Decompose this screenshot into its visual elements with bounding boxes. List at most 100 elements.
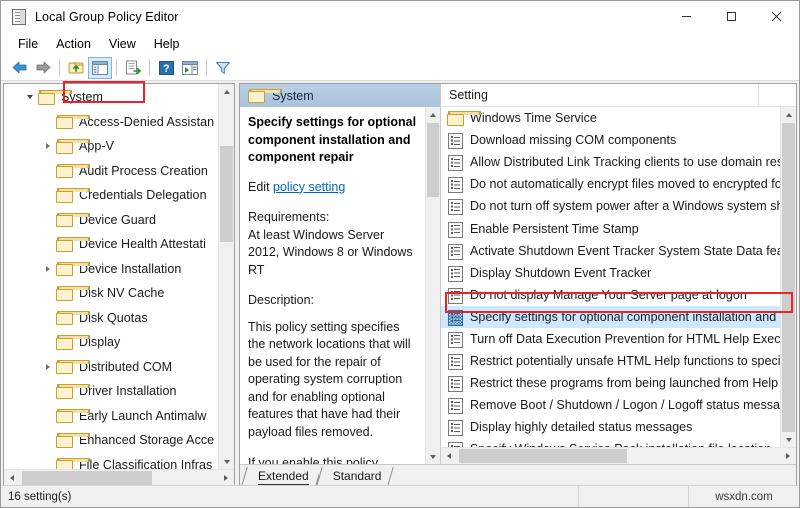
toolbar-separator	[59, 59, 60, 76]
folder-icon	[56, 335, 90, 350]
list-item[interactable]: Allow Distributed Link Tracking clients …	[441, 151, 781, 173]
tree-scroll-up-button[interactable]	[219, 84, 234, 99]
toolbar-separator	[116, 59, 117, 76]
tree-item[interactable]: Device Installation	[4, 257, 219, 282]
tree-item[interactable]: App-V	[4, 134, 219, 159]
tab-extended[interactable]: Extended	[244, 467, 319, 486]
close-button[interactable]	[754, 1, 799, 32]
tree-item[interactable]: Device Health Attestati	[4, 232, 219, 257]
list-item[interactable]: Display Shutdown Event Tracker	[441, 262, 781, 284]
list-item[interactable]: Specify settings for optional component …	[441, 305, 781, 328]
tree-scrollbar-thumb[interactable]	[220, 146, 233, 242]
list-item-label: Specify settings for optional component …	[470, 309, 781, 324]
menu-view[interactable]: View	[100, 35, 145, 53]
list-item-label: Activate Shutdown Event Tracker System S…	[470, 243, 781, 258]
folder-icon	[56, 212, 90, 228]
list-item[interactable]: Do not automatically encrypt files moved…	[441, 173, 781, 195]
tree-item[interactable]: Disk Quotas	[4, 306, 219, 331]
tree-item[interactable]: System	[4, 85, 219, 110]
chevron-down-icon[interactable]	[22, 95, 38, 100]
menu-bar: File Action View Help	[1, 32, 799, 55]
tree-item-label: Early Launch Antimalw	[79, 408, 207, 423]
list-item[interactable]: Restrict potentially unsafe HTML Help fu…	[441, 350, 781, 372]
tree-item[interactable]: Display	[4, 330, 219, 355]
list-hscrollbar-thumb[interactable]	[459, 449, 627, 463]
filter-icon[interactable]	[211, 57, 235, 79]
list-scroll-up-button[interactable]	[781, 107, 796, 122]
list-item[interactable]: Display highly detailed status messages	[441, 416, 781, 438]
tree-scroll-right-button[interactable]	[218, 470, 234, 486]
detail-scroll-up-button[interactable]	[426, 107, 440, 122]
forward-icon[interactable]	[31, 57, 55, 79]
list-item[interactable]: Do not display Manage Your Server page a…	[441, 284, 781, 306]
show-hide-action-pane-icon[interactable]	[178, 57, 202, 79]
column-header-setting[interactable]: Setting	[441, 84, 759, 106]
tree-item[interactable]: Disk NV Cache	[4, 281, 219, 306]
list-item[interactable]: Activate Shutdown Event Tracker System S…	[441, 240, 781, 262]
folder-icon	[447, 111, 481, 126]
tree-item-label: Credentials Delegation	[79, 188, 207, 203]
help-icon[interactable]: ?	[154, 57, 178, 79]
minimize-button[interactable]	[664, 1, 709, 32]
chevron-right-icon[interactable]	[40, 363, 56, 370]
list-item[interactable]: Download missing COM components	[441, 129, 781, 151]
policy-detail-pane: System Specify settings for optional com…	[240, 84, 441, 464]
list-scroll-left-button[interactable]	[441, 448, 457, 464]
policy-setting-icon	[447, 354, 463, 371]
tree-item-label: Access-Denied Assistan	[79, 114, 215, 129]
tab-standard[interactable]: Standard	[318, 467, 392, 486]
tree-item[interactable]: Enhanced Storage Acce	[4, 428, 219, 453]
tree-item[interactable]: Driver Installation	[4, 379, 219, 404]
list-item[interactable]: Do not turn off system power after a Win…	[441, 195, 781, 217]
tree-item[interactable]: Audit Process Creation	[4, 159, 219, 184]
list-item[interactable]: Remove Boot / Shutdown / Logon / Logoff …	[441, 394, 781, 416]
tree-item[interactable]: Device Guard	[4, 208, 219, 233]
tree-item[interactable]: Access-Denied Assistan	[4, 110, 219, 135]
policy-setting-link[interactable]: policy setting	[273, 180, 345, 194]
list-horizontal-scrollbar[interactable]	[441, 447, 796, 464]
list-item-label: Turn off Data Execution Prevention for H…	[470, 331, 781, 346]
chevron-right-icon[interactable]	[40, 265, 56, 272]
list-item[interactable]: Enable Persistent Time Stamp	[441, 217, 781, 239]
menu-action[interactable]: Action	[47, 35, 100, 53]
list-vertical-scrollbar[interactable]	[780, 107, 796, 447]
main-split-area: System Access-Denied Assistan App-V Audit P…	[1, 81, 799, 487]
tree-item[interactable]: Distributed COM	[4, 355, 219, 380]
up-folder-icon[interactable]	[64, 57, 88, 79]
back-icon[interactable]	[7, 57, 31, 79]
tree-item-label: Device Guard	[79, 212, 157, 227]
tree-scroll-left-button[interactable]	[4, 470, 20, 486]
folder-icon	[56, 237, 90, 252]
tree-item[interactable]: Credentials Delegation	[4, 183, 219, 208]
menu-help[interactable]: Help	[145, 35, 189, 53]
policy-setting-icon	[447, 331, 463, 348]
export-list-icon[interactable]	[121, 57, 145, 79]
list-item[interactable]: Turn off Data Execution Prevention for H…	[441, 328, 781, 350]
tree-horizontal-scrollbar[interactable]	[4, 469, 234, 486]
detail-vertical-scrollbar[interactable]	[425, 107, 440, 464]
list-item[interactable]: Windows Time Service	[441, 107, 781, 129]
tree-vertical-scrollbar[interactable]	[218, 84, 234, 469]
list-scrollbar-thumb[interactable]	[782, 123, 795, 433]
maximize-button[interactable]	[709, 1, 754, 32]
tab-standard-label: Standard	[332, 469, 382, 483]
list-item-label: Restrict potentially unsafe HTML Help fu…	[470, 354, 781, 369]
list-scroll-right-button[interactable]	[780, 448, 796, 464]
list-scroll-down-button[interactable]	[781, 432, 796, 447]
tree-scroll-down-button[interactable]	[219, 454, 234, 469]
tree-item-label: Device Health Attestati	[79, 237, 206, 252]
list-item[interactable]: Restrict these programs from being launc…	[441, 372, 781, 394]
tree-hscrollbar-thumb[interactable]	[22, 471, 152, 485]
results-pane: System Specify settings for optional com…	[239, 83, 797, 487]
chevron-right-icon[interactable]	[40, 143, 56, 150]
tree-item[interactable]: Early Launch Antimalw	[4, 404, 219, 429]
view-tabs: Extended Standard	[240, 464, 796, 486]
tree-item[interactable]: File Classification Infras	[4, 453, 219, 469]
detail-scrollbar-thumb[interactable]	[427, 123, 439, 197]
menu-file[interactable]: File	[9, 35, 47, 53]
show-hide-console-tree-icon[interactable]	[88, 56, 112, 79]
folder-icon	[38, 90, 72, 105]
list-item[interactable]: Specify Windows Service Pack installatio…	[441, 438, 781, 447]
detail-scroll-down-button[interactable]	[426, 449, 440, 464]
window-title: Local Group Policy Editor	[35, 9, 179, 24]
